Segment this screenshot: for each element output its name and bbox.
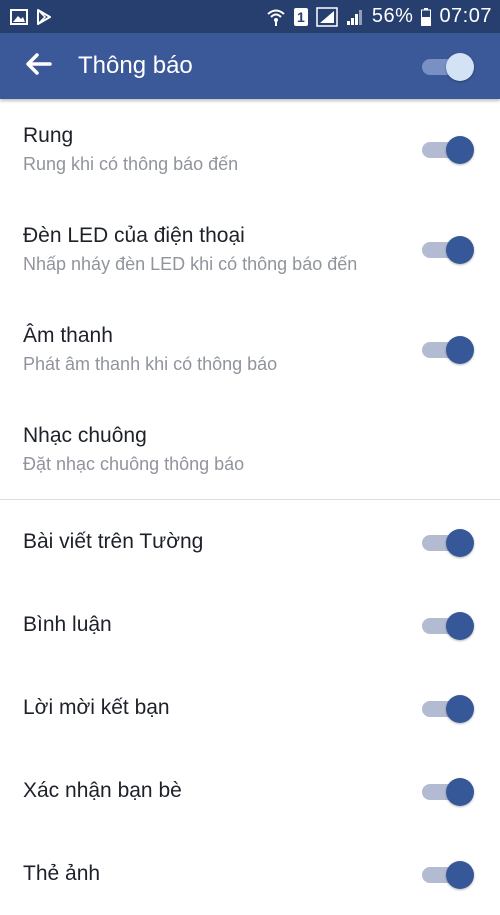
- category-title: Xác nhận bạn bè: [23, 778, 182, 802]
- setting-title: Nhạc chuông: [23, 423, 147, 447]
- toggle-thumb: [446, 236, 474, 264]
- gallery-notification-icon: [10, 8, 28, 25]
- page-title: Thông báo: [78, 52, 193, 79]
- wall-posts-toggle[interactable]: [420, 527, 476, 557]
- friend-confirmations-toggle[interactable]: [420, 776, 476, 806]
- toggle-thumb: [446, 777, 474, 806]
- wifi-call-icon: [266, 7, 286, 27]
- sound-toggle[interactable]: [420, 334, 476, 364]
- photo-tags-toggle[interactable]: [420, 859, 476, 889]
- setting-title: Rung: [23, 123, 74, 147]
- category-title: Bình luận: [23, 612, 112, 636]
- battery-icon: [421, 7, 432, 26]
- setting-subtitle: Rung khi có thông báo đến: [23, 153, 239, 174]
- signal-strength-icon: [316, 6, 338, 27]
- setting-text: Âm thanh Phát âm thanh khi có thông báo: [23, 324, 277, 375]
- setting-text: Đèn LED của điện thoại Nhấp nháy đèn LED…: [23, 224, 357, 275]
- category-row-friend-requests[interactable]: Lời mời kết bạn: [0, 666, 500, 749]
- signal-bars-icon: [346, 8, 364, 26]
- play-store-notification-icon: [36, 8, 52, 25]
- toggle-thumb: [446, 336, 474, 364]
- category-row-comments[interactable]: Bình luận: [0, 583, 500, 666]
- setting-row-vibrate[interactable]: Rung Rung khi có thông báo đến: [0, 99, 500, 199]
- category-title: Lời mời kết bạn: [23, 695, 170, 719]
- setting-subtitle: Phát âm thanh khi có thông báo: [23, 353, 278, 374]
- setting-text: Rung Rung khi có thông báo đến: [23, 124, 238, 175]
- clock: 07:07: [439, 5, 492, 27]
- category-title: Thẻ ảnh: [23, 861, 101, 885]
- battery-percent: 56%: [371, 5, 414, 27]
- setting-title: Âm thanh: [23, 323, 113, 347]
- setting-text: Nhạc chuông Đặt nhạc chuông thông báo: [23, 424, 244, 475]
- setting-row-sound[interactable]: Âm thanh Phát âm thanh khi có thông báo: [0, 299, 500, 399]
- sim-slot-badge: 1: [293, 7, 308, 26]
- led-toggle[interactable]: [420, 234, 476, 264]
- vibrate-toggle[interactable]: [420, 134, 476, 164]
- status-bar-left: [10, 8, 52, 25]
- toggle-thumb: [446, 860, 474, 889]
- arrow-left-icon: [26, 52, 52, 80]
- settings-list: Rung Rung khi có thông báo đến Đèn LED c…: [0, 99, 500, 915]
- category-row-friend-confirmations[interactable]: Xác nhận bạn bè: [0, 749, 500, 832]
- comments-toggle[interactable]: [420, 610, 476, 640]
- toggle-thumb: [446, 611, 474, 640]
- toggle-thumb: [446, 528, 474, 557]
- setting-subtitle: Đặt nhạc chuông thông báo: [23, 453, 245, 474]
- setting-row-ringtone[interactable]: Nhạc chuông Đặt nhạc chuông thông báo: [0, 399, 500, 499]
- setting-title: Đèn LED của điện thoại: [23, 223, 245, 247]
- status-bar-right: 1 56% 07:07: [266, 5, 492, 28]
- back-button[interactable]: [12, 33, 66, 99]
- category-title: Bài viết trên Tường: [23, 529, 204, 553]
- category-row-photo-tags[interactable]: Thẻ ảnh: [0, 832, 500, 915]
- setting-subtitle: Nhấp nháy đèn LED khi có thông báo đến: [23, 253, 358, 274]
- notifications-master-toggle[interactable]: [420, 51, 476, 81]
- toggle-thumb: [446, 53, 474, 81]
- category-row-wall-posts[interactable]: Bài viết trên Tường: [0, 500, 500, 583]
- status-bar: 1 56% 07:07: [0, 0, 500, 33]
- app-bar: Thông báo: [0, 33, 500, 99]
- friend-requests-toggle[interactable]: [420, 693, 476, 723]
- toggle-thumb: [446, 694, 474, 723]
- setting-row-led[interactable]: Đèn LED của điện thoại Nhấp nháy đèn LED…: [0, 199, 500, 299]
- toggle-thumb: [446, 136, 474, 164]
